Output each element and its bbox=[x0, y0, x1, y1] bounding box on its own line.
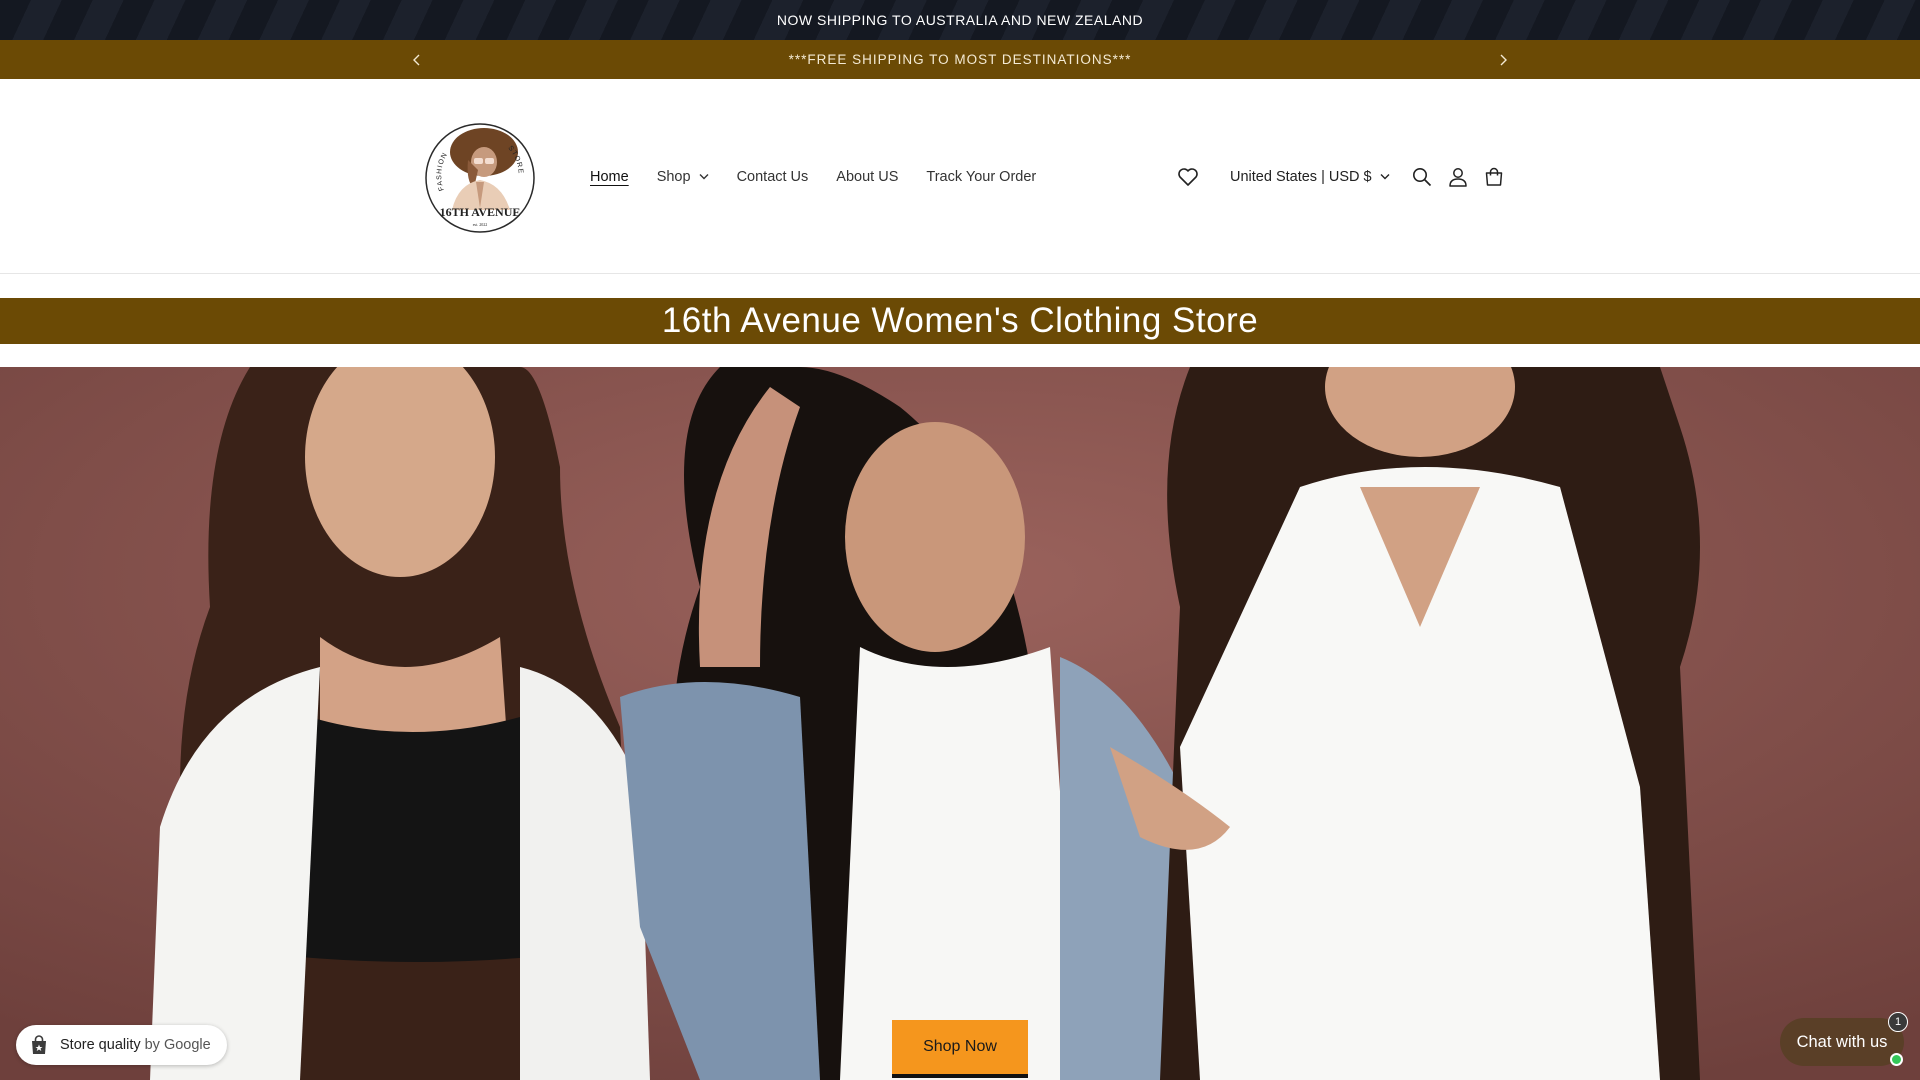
store-logo[interactable]: 16TH AVENUE est. 2022 FASHION STORE bbox=[422, 120, 538, 236]
page-title: 16th Avenue Women's Clothing Store bbox=[661, 301, 1259, 340]
online-status-dot bbox=[1890, 1053, 1903, 1066]
nav-item-label: Contact Us bbox=[736, 168, 809, 185]
heart-icon bbox=[1178, 167, 1198, 186]
header-actions: United States | USD $ bbox=[1170, 79, 1512, 274]
locale-label: United States | USD $ bbox=[1230, 168, 1372, 185]
shop-now-label: Shop Now bbox=[923, 1038, 997, 1055]
shop-now-button[interactable]: Shop Now bbox=[892, 1020, 1028, 1078]
logo-est: est. 2022 bbox=[473, 222, 487, 227]
hero-image bbox=[0, 367, 1920, 1080]
store-quality-by: by Google bbox=[144, 1037, 211, 1053]
chevron-down-icon bbox=[699, 174, 709, 180]
nav-item-label: Home bbox=[590, 168, 629, 185]
nav-item-label: Shop bbox=[656, 168, 691, 185]
announcement-carousel-text: ***FREE SHIPPING TO MOST DESTINATIONS*** bbox=[788, 52, 1132, 67]
hero-banner bbox=[0, 367, 1920, 1080]
nav-item-label: Track Your Order bbox=[926, 168, 1037, 185]
logo-image: 16TH AVENUE est. 2022 FASHION STORE bbox=[425, 123, 535, 233]
nav-item-track-order[interactable]: Track Your Order bbox=[926, 169, 1036, 185]
site-header: 16TH AVENUE est. 2022 FASHION STORE Home… bbox=[0, 79, 1920, 274]
store-quality-label: Store quality bbox=[60, 1037, 141, 1053]
chat-button[interactable]: Chat with us bbox=[1780, 1018, 1904, 1066]
store-quality-badge[interactable]: Store quality by Google bbox=[16, 1025, 227, 1065]
main-nav: Home Shop Contact Us About US Track Your… bbox=[590, 79, 1064, 274]
announcement-prev-button[interactable] bbox=[402, 40, 432, 79]
account-icon bbox=[1448, 167, 1467, 187]
announcement-carousel: ***FREE SHIPPING TO MOST DESTINATIONS*** bbox=[0, 40, 1920, 79]
search-button[interactable] bbox=[1404, 159, 1440, 195]
chevron-right-icon bbox=[1500, 54, 1507, 65]
chat-unread-badge: 1 bbox=[1888, 1012, 1908, 1032]
nav-item-home[interactable]: Home bbox=[590, 169, 629, 185]
shopping-bag-icon bbox=[32, 1035, 46, 1054]
cart-button[interactable] bbox=[1476, 159, 1512, 195]
cart-icon bbox=[1485, 167, 1502, 186]
announcement-text: NOW SHIPPING TO AUSTRALIA AND NEW ZEALAN… bbox=[776, 12, 1144, 28]
store-title-banner: 16th Avenue Women's Clothing Store bbox=[0, 298, 1920, 344]
nav-item-contact-us[interactable]: Contact Us bbox=[737, 169, 809, 185]
wishlist-button[interactable] bbox=[1170, 159, 1206, 195]
chat-unread-count: 1 bbox=[1894, 1016, 1902, 1028]
nav-item-label: About US bbox=[836, 168, 899, 185]
country-currency-selector[interactable]: United States | USD $ bbox=[1230, 169, 1390, 185]
chat-label: Chat with us bbox=[1796, 1032, 1888, 1051]
chevron-down-icon bbox=[1380, 174, 1390, 180]
chevron-left-icon bbox=[413, 54, 420, 65]
announcement-bar-top: NOW SHIPPING TO AUSTRALIA AND NEW ZEALAN… bbox=[0, 0, 1920, 40]
account-button[interactable] bbox=[1440, 159, 1476, 195]
nav-item-about-us[interactable]: About US bbox=[836, 169, 898, 185]
announcement-next-button[interactable] bbox=[1488, 40, 1518, 79]
search-icon bbox=[1412, 167, 1431, 186]
nav-item-shop[interactable]: Shop bbox=[657, 169, 709, 185]
logo-wordmark: 16TH AVENUE bbox=[440, 205, 521, 219]
